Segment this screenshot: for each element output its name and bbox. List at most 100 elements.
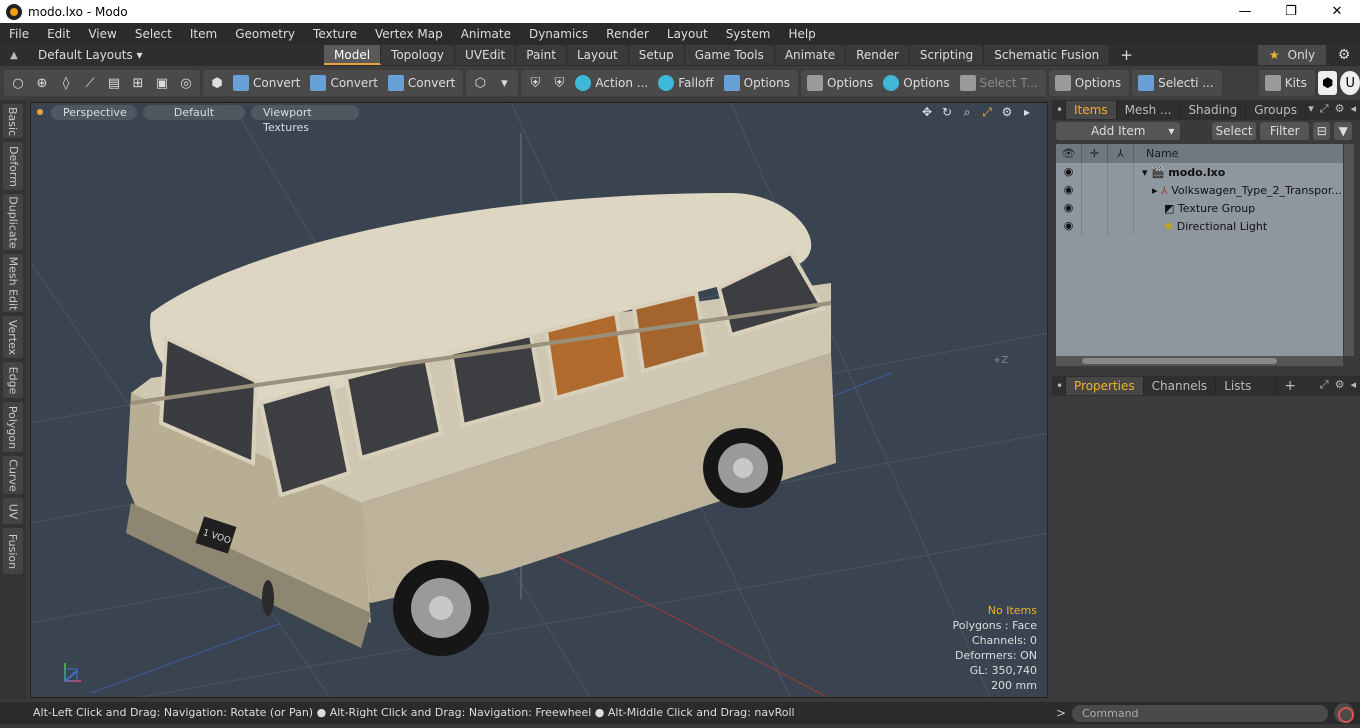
edge-mode-icon[interactable]: ⟋ bbox=[78, 71, 102, 95]
pivot-mode-icon[interactable]: ◎ bbox=[174, 71, 198, 95]
default-layouts-dropdown[interactable]: Default Layouts ▾ bbox=[28, 48, 324, 62]
panel-gear-icon[interactable]: ⚙ bbox=[1335, 378, 1345, 392]
options-button-2[interactable]: Options bbox=[803, 71, 879, 95]
tab-setup[interactable]: Setup bbox=[628, 45, 685, 65]
kits-button[interactable]: Kits bbox=[1261, 71, 1313, 95]
gear-icon[interactable]: ⚙ bbox=[1330, 45, 1358, 65]
falloff-button[interactable]: Falloff bbox=[654, 71, 719, 95]
options-button-3[interactable]: Options bbox=[879, 71, 955, 95]
menu-vertex-map[interactable]: Vertex Map bbox=[366, 27, 452, 41]
tab-mesh[interactable]: Mesh ... bbox=[1117, 101, 1181, 119]
list-item[interactable]: ◉ ▸ ⅄ Volkswagen_Type_2_Transpor... bbox=[1056, 181, 1343, 199]
menu-dynamics[interactable]: Dynamics bbox=[520, 27, 597, 41]
menu-system[interactable]: System bbox=[717, 27, 780, 41]
polygon-mode-icon[interactable]: ▤ bbox=[102, 71, 126, 95]
tab-lists[interactable]: Lists bbox=[1216, 377, 1277, 395]
menu-render[interactable]: Render bbox=[597, 27, 658, 41]
menu-texture[interactable]: Texture bbox=[304, 27, 366, 41]
panel-menu-dot[interactable]: • bbox=[1052, 101, 1066, 119]
close-button[interactable]: ✕ bbox=[1314, 0, 1360, 23]
dropdown-arrow-icon[interactable]: ▾ bbox=[1308, 102, 1314, 116]
maximize-button[interactable]: ❐ bbox=[1268, 0, 1314, 23]
unity-icon[interactable]: ⬢ bbox=[1317, 71, 1338, 95]
panel-arrow-icon[interactable]: ◂ bbox=[1350, 102, 1356, 116]
tool-tab-basic[interactable]: Basic bbox=[3, 104, 23, 138]
panel-gear-icon[interactable]: ⚙ bbox=[1335, 102, 1345, 116]
expand-panel-icon[interactable]: ⤢ bbox=[1320, 378, 1329, 392]
action-center-button[interactable]: Action ... bbox=[571, 71, 654, 95]
rotate-icon[interactable]: ↻ bbox=[937, 105, 957, 120]
tool-tab-mesh-edit[interactable]: Mesh Edit bbox=[3, 254, 23, 312]
menu-view[interactable]: View bbox=[79, 27, 125, 41]
type-column-icon[interactable]: ⅄ bbox=[1108, 144, 1134, 163]
tool-tab-vertex[interactable]: Vertex bbox=[3, 316, 23, 358]
menu-select[interactable]: Select bbox=[126, 27, 181, 41]
options-button-1[interactable]: Options bbox=[720, 71, 796, 95]
material-mode-icon[interactable]: ▣ bbox=[150, 71, 174, 95]
minimize-button[interactable]: — bbox=[1222, 0, 1268, 23]
expand-panel-icon[interactable]: ⤢ bbox=[1320, 102, 1329, 116]
add-item-button[interactable]: Add Item ▾ bbox=[1056, 122, 1181, 140]
collapsed-arrow-icon[interactable]: ▸ bbox=[1152, 184, 1158, 197]
select-button[interactable]: Select bbox=[1211, 122, 1257, 140]
tab-groups[interactable]: Groups bbox=[1246, 101, 1306, 119]
cube-icon[interactable]: ⬢ bbox=[205, 71, 229, 95]
tab-channels[interactable]: Channels bbox=[1144, 377, 1217, 395]
item-list-hscrollbar[interactable] bbox=[1056, 356, 1343, 366]
eye-icon[interactable]: ◉ bbox=[1056, 217, 1082, 235]
item-list-vscrollbar[interactable] bbox=[1344, 144, 1354, 356]
eye-icon[interactable]: ◉ bbox=[1056, 199, 1082, 217]
panel-menu-dot[interactable]: • bbox=[1052, 377, 1066, 395]
options-button-4[interactable]: Options bbox=[1051, 71, 1127, 95]
tab-items[interactable]: Items bbox=[1066, 101, 1117, 119]
tab-schematic-fusion[interactable]: Schematic Fusion bbox=[984, 45, 1111, 65]
tab-topology[interactable]: Topology bbox=[381, 45, 456, 65]
selection-sets-button[interactable]: Selecti ... bbox=[1134, 71, 1220, 95]
filter-button[interactable]: Filter bbox=[1260, 122, 1309, 140]
convert-button-3[interactable]: Convert bbox=[384, 71, 461, 95]
record-macro-icon[interactable] bbox=[1334, 703, 1354, 723]
add-tab-icon[interactable]: + bbox=[1110, 45, 1144, 65]
visibility-column-icon[interactable]: 👁 bbox=[1056, 144, 1082, 163]
list-item[interactable]: ◉ ▾ 🎬 modo.lxo bbox=[1056, 163, 1343, 181]
tab-uvedit[interactable]: UVEdit bbox=[455, 45, 517, 65]
list-item[interactable]: ◉ ✹ Directional Light bbox=[1056, 217, 1343, 235]
pan-icon[interactable]: ✥ bbox=[917, 105, 937, 120]
menu-edit[interactable]: Edit bbox=[38, 27, 79, 41]
collapse-icon[interactable]: ⊟ bbox=[1312, 122, 1331, 140]
lock-column-icon[interactable]: ✛ bbox=[1082, 144, 1108, 163]
add-panel-tab-icon[interactable]: + bbox=[1276, 377, 1304, 395]
tool-tab-deform[interactable]: Deform bbox=[3, 142, 23, 190]
command-input[interactable]: Command bbox=[1072, 704, 1328, 722]
3d-viewport[interactable]: +Z 1 VOO Perspective Default Viewport Te… bbox=[30, 102, 1048, 698]
menu-file[interactable]: File bbox=[0, 27, 38, 41]
item-mode-icon[interactable]: ⊞ bbox=[126, 71, 150, 95]
funnel-icon[interactable]: ▼ bbox=[1334, 122, 1352, 140]
menu-layout[interactable]: Layout bbox=[658, 27, 717, 41]
viewport-gear-icon[interactable]: ⚙ bbox=[997, 105, 1017, 120]
shield-alt-icon[interactable]: ⛨ bbox=[547, 71, 571, 95]
tab-render[interactable]: Render bbox=[846, 45, 910, 65]
panel-arrow-icon[interactable]: ◂ bbox=[1350, 378, 1356, 392]
maximize-viewport-icon[interactable]: ⤢ bbox=[977, 105, 997, 120]
tab-animate[interactable]: Animate bbox=[774, 45, 847, 65]
globe-icon[interactable]: ⊕ bbox=[30, 71, 54, 95]
tool-tab-fusion[interactable]: Fusion bbox=[3, 528, 23, 574]
tool-tab-polygon[interactable]: Polygon bbox=[3, 402, 23, 452]
menu-help[interactable]: Help bbox=[779, 27, 824, 41]
eye-icon[interactable]: ◉ bbox=[1056, 181, 1082, 199]
tab-properties[interactable]: Properties bbox=[1066, 377, 1144, 395]
scrollbar-thumb[interactable] bbox=[1082, 358, 1277, 364]
circle-select-icon[interactable]: ○ bbox=[6, 71, 30, 95]
convert-button-1[interactable]: Convert bbox=[229, 71, 306, 95]
symmetry-icon[interactable]: ⬡ bbox=[468, 71, 492, 95]
viewport-textures-dropdown[interactable]: Viewport Textures bbox=[251, 104, 359, 134]
tab-paint[interactable]: Paint bbox=[516, 45, 567, 65]
tab-game-tools[interactable]: Game Tools bbox=[684, 45, 775, 65]
menu-animate[interactable]: Animate bbox=[452, 27, 520, 41]
select-through-button[interactable]: Select T... bbox=[956, 71, 1044, 95]
tool-tab-curve[interactable]: Curve bbox=[3, 456, 23, 494]
tool-tab-duplicate[interactable]: Duplicate bbox=[3, 194, 23, 250]
shield-icon[interactable]: ⛨ bbox=[523, 71, 547, 95]
name-column-header[interactable]: Name bbox=[1134, 147, 1178, 160]
